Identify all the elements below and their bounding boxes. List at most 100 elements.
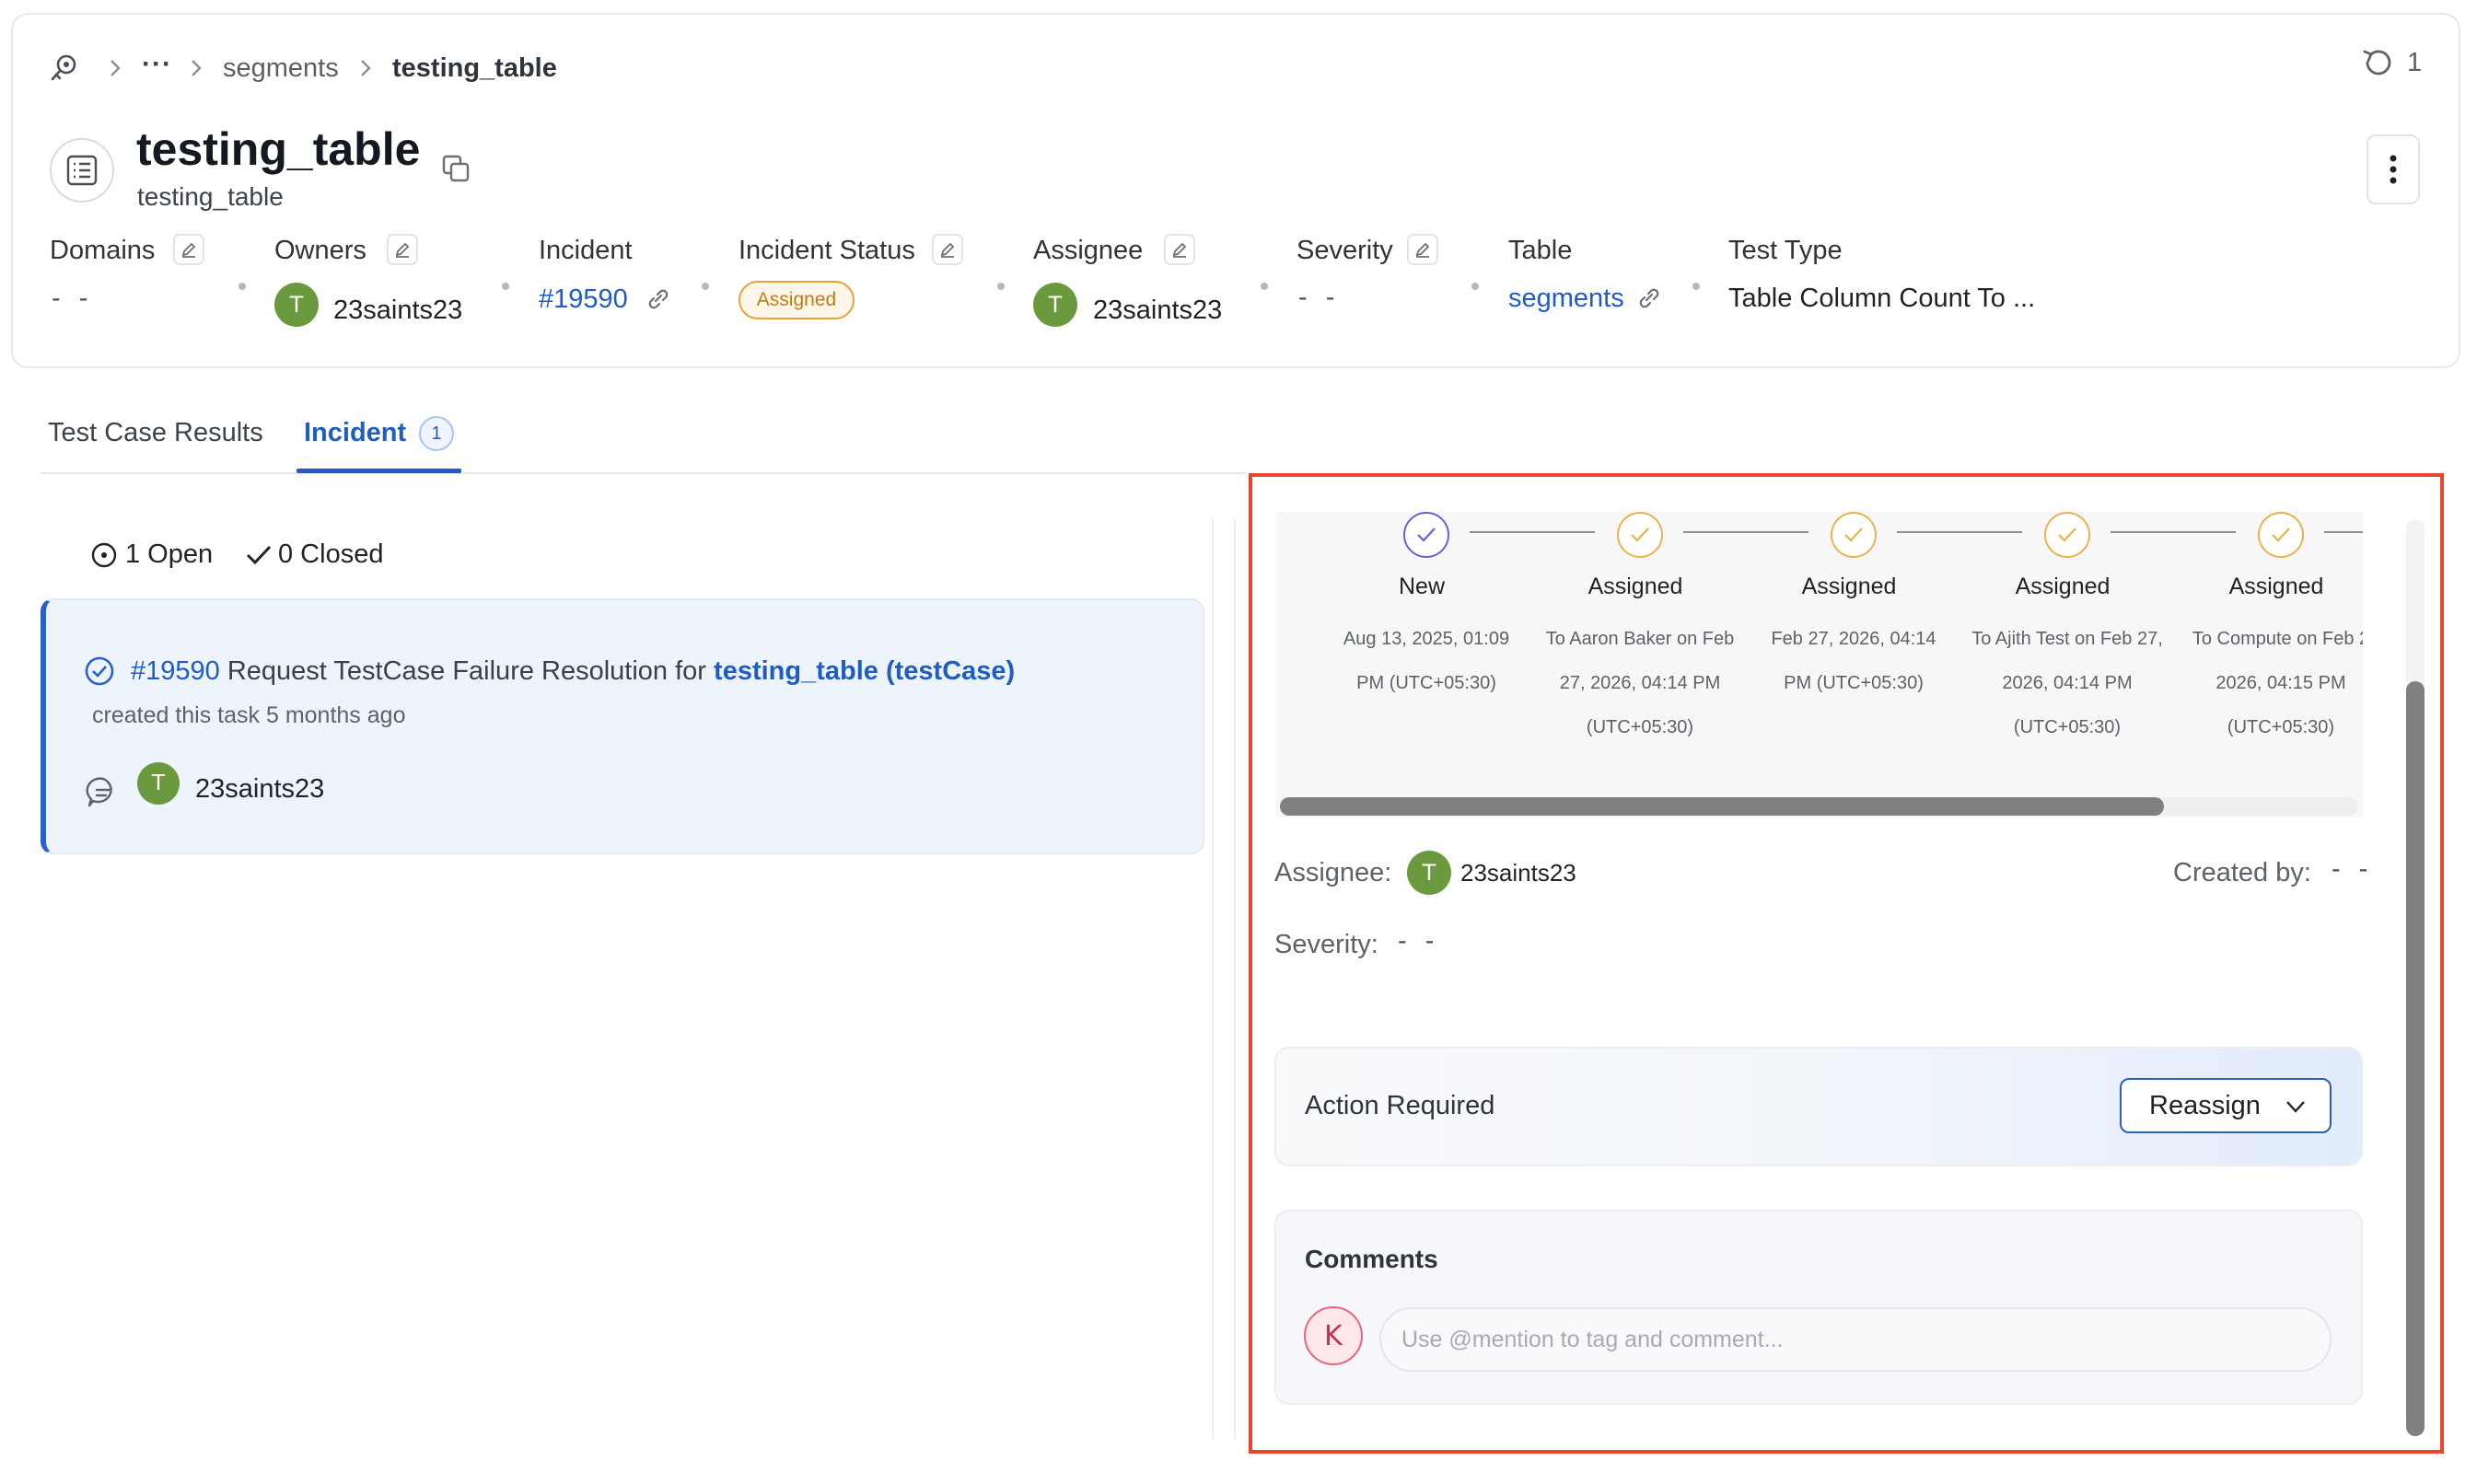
divider-dot bbox=[238, 283, 246, 290]
timeline-date: Feb 27, 2026, 04:14 PM (UTC+05:30) bbox=[1771, 629, 1936, 693]
timeline-assigned-check-icon bbox=[1831, 512, 1877, 558]
closed-filter[interactable]: 0 Closed bbox=[245, 538, 401, 571]
pencil-icon bbox=[1413, 240, 1432, 259]
domains-label: Domains bbox=[50, 236, 156, 265]
avatar: T bbox=[137, 762, 180, 805]
breadcrumb-item-segments[interactable]: segments bbox=[223, 48, 339, 88]
assignee-label: Assignee bbox=[1033, 236, 1144, 265]
incident-status-label: Incident Status bbox=[738, 236, 915, 265]
tab-test-case-results[interactable]: Test Case Results bbox=[48, 414, 263, 451]
created-by-label: Created by: bbox=[2173, 858, 2311, 887]
version-history-button[interactable]: 1 bbox=[2359, 44, 2422, 81]
timeline-assigned-check-icon bbox=[1617, 512, 1663, 558]
edit-incident-status-button[interactable] bbox=[932, 234, 963, 265]
tab-count-badge: 1 bbox=[419, 416, 454, 451]
created-by-value: - - bbox=[2332, 854, 2374, 884]
page-subtitle: testing_table bbox=[137, 182, 284, 211]
divider-dot bbox=[702, 283, 709, 290]
pencil-icon bbox=[393, 240, 412, 259]
service-icon[interactable] bbox=[48, 52, 81, 85]
comment-icon[interactable] bbox=[85, 773, 122, 810]
tabs-divider bbox=[41, 472, 1247, 474]
chevron-right-icon bbox=[355, 57, 376, 79]
edit-severity-button[interactable] bbox=[1407, 234, 1438, 265]
edit-owners-button[interactable] bbox=[387, 234, 418, 265]
timeline-date: Aug 13, 2025, 01:09 PM (UTC+05:30) bbox=[1343, 629, 1510, 693]
horizontal-scrollbar-thumb[interactable] bbox=[1280, 797, 2164, 816]
link-icon[interactable] bbox=[645, 285, 672, 313]
task-number[interactable]: #19590 bbox=[131, 656, 220, 686]
timeline-connector bbox=[1470, 531, 1595, 533]
divider-dot bbox=[1471, 283, 1479, 290]
more-options-button[interactable] bbox=[2367, 134, 2420, 204]
avatar: K bbox=[1304, 1306, 1363, 1365]
detail-assignee-label: Assignee: bbox=[1274, 858, 1392, 887]
task-text: Request TestCase Failure Resolution for bbox=[227, 656, 706, 686]
owner-name[interactable]: 23saints23 bbox=[333, 292, 462, 329]
timeline-connector bbox=[1683, 531, 1808, 533]
timeline-assigned-check-icon bbox=[2258, 512, 2304, 558]
link-icon[interactable] bbox=[1635, 284, 1663, 312]
reassign-label: Reassign bbox=[2149, 1090, 2261, 1120]
incident-timeline: New Aug 13, 2025, 01:09 PM (UTC+05:30) As… bbox=[1276, 512, 2363, 817]
closed-count: 0 Closed bbox=[278, 539, 384, 569]
assignee-name[interactable]: 23saints23 bbox=[1093, 292, 1222, 329]
divider-dot bbox=[1692, 283, 1700, 290]
table-link[interactable]: segments bbox=[1508, 280, 1624, 317]
copy-icon[interactable] bbox=[440, 153, 471, 184]
edit-domains-button[interactable] bbox=[173, 234, 204, 265]
timeline-connector bbox=[2111, 531, 2236, 533]
owners-label: Owners bbox=[274, 236, 366, 265]
breadcrumb-ellipsis[interactable]: ··· bbox=[142, 44, 172, 85]
avatar: T bbox=[274, 283, 319, 327]
edit-assignee-button[interactable] bbox=[1164, 234, 1195, 265]
detail-severity-label: Severity: bbox=[1274, 930, 1378, 959]
breadcrumb-item-current: testing_table bbox=[392, 53, 557, 83]
check-icon bbox=[245, 543, 273, 567]
divider-dot bbox=[1261, 283, 1268, 290]
timeline-date: To Ajith Test on Feb 27, 2026, 04:14 PM (U… bbox=[1971, 629, 2163, 737]
open-circle-icon bbox=[90, 541, 118, 569]
task-title[interactable]: #19590 Request TestCase Failure Resoluti… bbox=[131, 653, 1015, 690]
detail-severity-value: - - bbox=[1398, 926, 1440, 956]
incident-link[interactable]: #19590 bbox=[539, 281, 628, 318]
open-count: 1 Open bbox=[125, 539, 214, 569]
avatar: T bbox=[1407, 851, 1451, 895]
timeline-date: To Aaron Baker on Feb 27, 2026, 04:14 PM(… bbox=[1545, 629, 1735, 737]
timeline-status: Assigned bbox=[2228, 574, 2324, 599]
pencil-icon bbox=[938, 240, 957, 259]
timeline-new-check-icon bbox=[1403, 512, 1449, 558]
task-status-icon bbox=[83, 655, 116, 688]
pencil-icon bbox=[180, 240, 198, 259]
task-created: created this task 5 months ago bbox=[92, 702, 406, 728]
version-count: 1 bbox=[2407, 47, 2423, 77]
task-entity-link[interactable]: testing_table (testCase) bbox=[714, 656, 1015, 686]
chevron-down-icon bbox=[2284, 1096, 2308, 1117]
table-label: Table bbox=[1508, 236, 1573, 265]
comments-title: Comments bbox=[1305, 1245, 1438, 1273]
panel-divider bbox=[1212, 517, 1214, 1440]
avatar: T bbox=[1033, 283, 1077, 327]
active-tab-indicator bbox=[297, 469, 461, 473]
timeline-date: To Compute on Feb 2 2026, 04:15 PM (UTC+05… bbox=[2192, 629, 2363, 737]
open-filter[interactable]: 1 Open bbox=[90, 538, 219, 571]
incident-label: Incident bbox=[539, 236, 633, 265]
vertical-scrollbar-thumb[interactable] bbox=[2406, 681, 2425, 1436]
chevron-right-icon bbox=[105, 57, 125, 79]
tab-incident[interactable]: Incident bbox=[304, 414, 406, 451]
detail-assignee-value[interactable]: 23saints23 bbox=[1460, 854, 1576, 891]
reassign-button[interactable]: Reassign bbox=[2120, 1078, 2332, 1133]
comment-input[interactable] bbox=[1379, 1307, 2332, 1372]
page-title: testing_table bbox=[136, 123, 421, 175]
divider-dot bbox=[502, 283, 509, 290]
more-vertical-icon bbox=[2390, 155, 2397, 184]
history-icon bbox=[2359, 44, 2396, 81]
table-entity-icon bbox=[50, 138, 114, 203]
test-type-label: Test Type bbox=[1728, 236, 1843, 265]
domains-value: - - bbox=[52, 284, 94, 313]
timeline-connector bbox=[1897, 531, 2022, 533]
action-required-title: Action Required bbox=[1305, 1091, 1495, 1120]
timeline-assigned-check-icon bbox=[2044, 512, 2090, 558]
task-user: 23saints23 bbox=[195, 774, 325, 804]
chevron-right-icon bbox=[186, 57, 206, 79]
